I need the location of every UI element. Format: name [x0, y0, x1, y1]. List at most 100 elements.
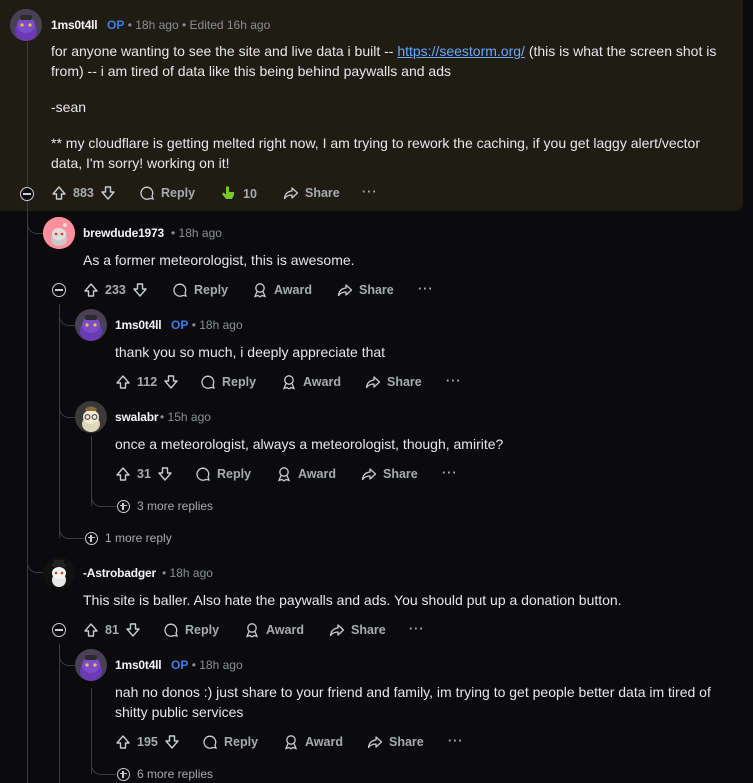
share-label: Share	[351, 623, 386, 637]
upvote-icon[interactable]	[51, 185, 67, 201]
username[interactable]: swalabr	[115, 410, 158, 424]
vote-count: 81	[105, 623, 119, 637]
op-badge: OP	[107, 18, 125, 32]
avatar[interactable]	[75, 401, 107, 433]
more-options-button[interactable]: ···	[442, 466, 458, 480]
upvote-icon[interactable]	[115, 374, 131, 390]
thread-line	[27, 201, 28, 783]
comment-body: nah no donos :) just share to your frien…	[115, 684, 711, 720]
avatar[interactable]	[75, 649, 107, 681]
award-label: Award	[305, 735, 343, 749]
timestamp[interactable]: 18h ago	[135, 18, 178, 32]
share-label: Share	[389, 735, 424, 749]
timestamp[interactable]: 18h ago	[199, 658, 242, 672]
username[interactable]: brewdude1973	[83, 226, 164, 240]
reply-button[interactable]: Reply	[195, 466, 251, 482]
upvote-icon[interactable]	[83, 282, 99, 298]
reply-button[interactable]: Reply	[139, 185, 195, 201]
reply-label: Reply	[217, 467, 252, 481]
timestamp[interactable]: 18h ago	[179, 226, 222, 240]
more-options-button[interactable]: ···	[446, 374, 462, 388]
timestamp[interactable]: 18h ago	[199, 318, 242, 332]
comment-signoff: -sean	[51, 99, 87, 115]
share-label: Share	[387, 375, 422, 389]
more-replies-link[interactable]: 3 more replies	[117, 499, 213, 513]
award-button[interactable]: Award	[276, 466, 336, 482]
share-icon	[361, 468, 377, 481]
comment-bubble-icon	[196, 467, 210, 481]
downvote-icon[interactable]	[164, 734, 180, 750]
share-button[interactable]: Share	[329, 622, 386, 638]
collapse-thread-button[interactable]	[52, 283, 66, 297]
share-button[interactable]: Share	[283, 185, 340, 201]
more-options-button[interactable]: ···	[448, 734, 464, 748]
avatar[interactable]	[43, 557, 75, 589]
award-button[interactable]: 10	[220, 185, 257, 202]
reply-button[interactable]: Reply	[172, 282, 228, 298]
award-button[interactable]: Award	[281, 374, 341, 390]
username[interactable]: 1ms0t4ll	[115, 658, 162, 672]
award-icon	[284, 735, 298, 750]
award-icon	[245, 623, 259, 638]
more-options-button[interactable]: ···	[409, 622, 425, 636]
reply-button[interactable]: Reply	[200, 374, 256, 390]
downvote-icon[interactable]	[163, 374, 179, 390]
reply-button[interactable]: Reply	[202, 734, 258, 750]
upvote-icon[interactable]	[115, 466, 131, 482]
reply-button[interactable]: Reply	[163, 622, 219, 638]
award-label: Award	[298, 467, 336, 481]
snoo-avatar-icon	[75, 309, 107, 341]
collapse-thread-button[interactable]	[52, 623, 66, 637]
reply-label: Reply	[222, 375, 257, 389]
comment-meta: OP • 18h ago • Edited 16h ago	[107, 18, 271, 32]
upvote-icon[interactable]	[83, 622, 99, 638]
award-button[interactable]: Award	[283, 734, 343, 750]
comment-body: thank you so much, i deeply appreciate t…	[115, 344, 386, 360]
downvote-icon[interactable]	[132, 282, 148, 298]
more-options-button[interactable]: ···	[362, 185, 378, 199]
share-icon	[365, 376, 381, 389]
thread-elbow	[59, 304, 76, 326]
site-link[interactable]: https://seestorm.org/	[397, 43, 525, 59]
reply-label: Reply	[161, 186, 196, 200]
vote-group: 883	[51, 185, 116, 201]
snoo-avatar-icon	[75, 649, 107, 681]
more-replies-link[interactable]: 6 more replies	[117, 767, 213, 781]
avatar[interactable]	[43, 217, 75, 249]
username[interactable]: 1ms0t4ll	[115, 318, 162, 332]
avatar[interactable]	[10, 9, 42, 41]
username[interactable]: -Astrobadger	[83, 566, 156, 580]
edited-label: Edited 16h ago	[189, 18, 271, 32]
timestamp[interactable]: 15h ago	[168, 410, 211, 424]
more-replies-label: 6 more replies	[137, 767, 214, 781]
award-count: 10	[243, 186, 257, 201]
share-label: Share	[305, 186, 340, 200]
share-button[interactable]: Share	[367, 734, 424, 750]
share-label: Share	[359, 283, 394, 297]
more-options-button[interactable]: ···	[418, 282, 434, 296]
thread-elbow	[27, 521, 44, 573]
award-button[interactable]: Award	[244, 622, 304, 638]
timestamp[interactable]: 18h ago	[170, 566, 213, 580]
upvote-icon[interactable]	[115, 734, 131, 750]
reply-label: Reply	[224, 735, 259, 749]
more-replies-label: 1 more reply	[105, 531, 172, 545]
share-button[interactable]: Share	[337, 282, 394, 298]
share-button[interactable]: Share	[361, 466, 418, 482]
snoo-avatar-icon	[10, 9, 42, 41]
share-button[interactable]: Share	[365, 374, 422, 390]
more-replies-link[interactable]: 1 more reply	[85, 531, 172, 545]
body-text: for anyone wanting to see the site and l…	[51, 43, 398, 59]
collapse-thread-button[interactable]	[20, 187, 34, 201]
snoo-avatar-icon	[43, 217, 75, 249]
award-button[interactable]: Award	[252, 282, 312, 298]
expand-icon	[117, 767, 130, 781]
vote-count: 883	[73, 186, 94, 200]
username[interactable]: 1ms0t4ll	[51, 18, 98, 32]
share-icon	[329, 624, 345, 637]
op-badge: OP	[171, 318, 189, 332]
downvote-icon[interactable]	[125, 622, 141, 638]
avatar[interactable]	[75, 309, 107, 341]
downvote-icon[interactable]	[100, 185, 116, 201]
downvote-icon[interactable]	[157, 466, 173, 482]
